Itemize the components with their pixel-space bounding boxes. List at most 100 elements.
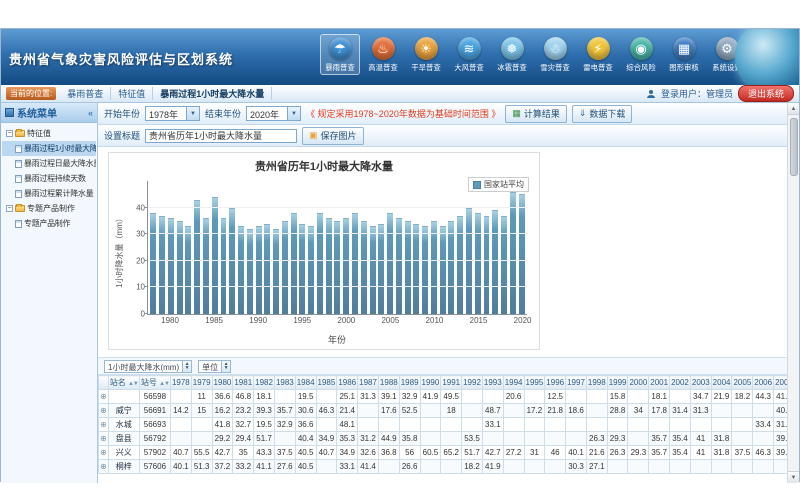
bar-2018[interactable] <box>501 216 507 314</box>
bar-1994[interactable] <box>291 213 297 314</box>
sort-arrows-icon[interactable]: ▲▼ <box>128 381 138 387</box>
bar-2004[interactable] <box>378 224 384 314</box>
header-year-1998[interactable]: 1998 <box>586 376 607 390</box>
logout-button[interactable]: 退出系统 <box>738 85 794 102</box>
bar-1983[interactable] <box>194 200 200 314</box>
bar-2017[interactable] <box>492 210 498 314</box>
calculate-button[interactable]: ▦ 计算结果 <box>505 105 567 123</box>
nav-item-冰雹普查[interactable]: ❅冰雹普查 <box>492 34 532 75</box>
bar-2005[interactable] <box>387 213 393 314</box>
tree-expander-icon[interactable]: − <box>6 130 13 137</box>
tree-node-专题产品制作[interactable]: −专题产品制作 <box>2 201 96 216</box>
row-expander-cell[interactable]: ⊕ <box>99 446 109 460</box>
bar-2011[interactable] <box>440 226 446 314</box>
tree-leaf-专题产品制作[interactable]: 专题产品制作 <box>2 216 96 231</box>
bar-1978[interactable] <box>150 213 156 314</box>
nav-item-图形审核[interactable]: ▦图形审核 <box>664 34 704 75</box>
nav-item-雷电普查[interactable]: ⚡雷电普查 <box>578 34 618 75</box>
scrollbar-thumb[interactable] <box>790 118 798 176</box>
bar-1989[interactable] <box>247 229 253 314</box>
bar-2015[interactable] <box>475 213 481 314</box>
spinner-arrows-icon[interactable]: ▲▼ <box>182 361 191 372</box>
scroll-down-arrow[interactable]: ▼ <box>788 471 799 483</box>
chart-title-input[interactable] <box>145 129 297 143</box>
bar-1995[interactable] <box>299 224 305 314</box>
row-expander-icon[interactable]: ⊕ <box>100 392 107 401</box>
header-year-1989[interactable]: 1989 <box>399 376 420 390</box>
end-year-select[interactable]: 2020年 ▼ <box>246 106 301 121</box>
header-year-2004[interactable]: 2004 <box>711 376 732 390</box>
header-year-1988[interactable]: 1988 <box>378 376 399 390</box>
header-year-2000[interactable]: 2000 <box>628 376 649 390</box>
row-expander-icon[interactable]: ⊕ <box>100 434 107 443</box>
nav-item-暴雨普查[interactable]: ☂暴雨普查 <box>320 34 360 75</box>
scroll-up-arrow[interactable]: ▲ <box>788 103 799 115</box>
header-year-1980[interactable]: 1980 <box>212 376 233 390</box>
header-year-1979[interactable]: 1979 <box>191 376 212 390</box>
nav-item-高温普查[interactable]: ♨高温普查 <box>363 34 403 75</box>
row-expander-cell[interactable]: ⊕ <box>99 432 109 446</box>
header-year-1995[interactable]: 1995 <box>524 376 545 390</box>
header-year-2003[interactable]: 2003 <box>690 376 711 390</box>
header-year-1985[interactable]: 1985 <box>316 376 337 390</box>
nav-item-大风普查[interactable]: ≋大风普查 <box>449 34 489 75</box>
header-year-1981[interactable]: 1981 <box>233 376 254 390</box>
header-year-2002[interactable]: 2002 <box>670 376 691 390</box>
header-id-col[interactable]: 站号 ▲▼ <box>139 376 170 390</box>
tree-expander-icon[interactable]: − <box>6 205 13 212</box>
bar-2009[interactable] <box>422 226 428 314</box>
nav-item-干旱普查[interactable]: ☀干旱普查 <box>406 34 446 75</box>
header-year-2006[interactable]: 2006 <box>753 376 774 390</box>
bar-2012[interactable] <box>448 221 454 314</box>
filter-select-1小时最大降水(mm)[interactable]: 1小时最大降水(mm)▲▼ <box>104 360 192 373</box>
bar-2001[interactable] <box>352 213 358 314</box>
bar-1999[interactable] <box>334 221 340 314</box>
header-year-1991[interactable]: 1991 <box>441 376 462 390</box>
row-expander-cell[interactable]: ⊕ <box>99 390 109 404</box>
header-year-1997[interactable]: 1997 <box>566 376 587 390</box>
spinner-arrows-icon[interactable]: ▲▼ <box>221 361 230 372</box>
tree-leaf-暴雨过程日最大降水量[interactable]: 暴雨过程日最大降水量 <box>2 156 96 171</box>
bar-1997[interactable] <box>317 213 323 314</box>
tree-node-特征值[interactable]: −特征值 <box>2 126 96 141</box>
header-year-1999[interactable]: 1999 <box>607 376 628 390</box>
nav-item-雪灾普查[interactable]: ☃雪灾普查 <box>535 34 575 75</box>
header-year-1983[interactable]: 1983 <box>274 376 295 390</box>
bar-2002[interactable] <box>361 221 367 314</box>
bar-1990[interactable] <box>256 226 262 314</box>
tree-leaf-暴雨过程累计降水量[interactable]: 暴雨过程累计降水量 <box>2 186 96 201</box>
header-year-1982[interactable]: 1982 <box>254 376 275 390</box>
sidebar-collapse-button[interactable]: « <box>88 108 93 118</box>
bar-1979[interactable] <box>159 216 165 314</box>
row-expander-icon[interactable]: ⊕ <box>100 406 107 415</box>
header-year-1992[interactable]: 1992 <box>462 376 483 390</box>
sort-arrows-icon[interactable]: ▲▼ <box>159 381 169 387</box>
start-year-select[interactable]: 1978年 ▼ <box>145 106 200 121</box>
row-expander-cell[interactable]: ⊕ <box>99 418 109 432</box>
header-year-1990[interactable]: 1990 <box>420 376 441 390</box>
bar-2010[interactable] <box>431 221 437 314</box>
bar-1988[interactable] <box>238 226 244 314</box>
data-download-button[interactable]: ⇓ 数据下载 <box>572 105 633 123</box>
bar-1981[interactable] <box>177 221 183 314</box>
bar-1985[interactable] <box>212 197 218 314</box>
bar-1993[interactable] <box>282 221 288 314</box>
row-expander-cell[interactable]: ⊕ <box>99 404 109 418</box>
header-year-1984[interactable]: 1984 <box>295 376 316 390</box>
bar-2008[interactable] <box>413 224 419 314</box>
bar-2013[interactable] <box>457 216 463 314</box>
tree-leaf-暴雨过程1小时最大降水量[interactable]: 暴雨过程1小时最大降水量 <box>2 141 96 156</box>
bar-1996[interactable] <box>308 226 314 314</box>
header-year-1994[interactable]: 1994 <box>503 376 524 390</box>
header-year-2007[interactable]: 2007 <box>774 376 787 390</box>
header-year-2001[interactable]: 2001 <box>649 376 670 390</box>
row-expander-cell[interactable]: ⊕ <box>99 460 109 474</box>
breadcrumb-tab[interactable]: 特征值 <box>111 87 153 100</box>
bar-2007[interactable] <box>405 221 411 314</box>
bar-2016[interactable] <box>484 216 490 314</box>
bar-2020[interactable] <box>519 194 525 314</box>
row-expander-icon[interactable]: ⊕ <box>100 462 107 471</box>
header-name-col[interactable]: 站名 ▲▼ <box>108 376 139 390</box>
tree-leaf-暴雨过程持续天数[interactable]: 暴雨过程持续天数 <box>2 171 96 186</box>
breadcrumb-tab[interactable]: 暴雨过程1小时最大降水量 <box>153 87 272 100</box>
